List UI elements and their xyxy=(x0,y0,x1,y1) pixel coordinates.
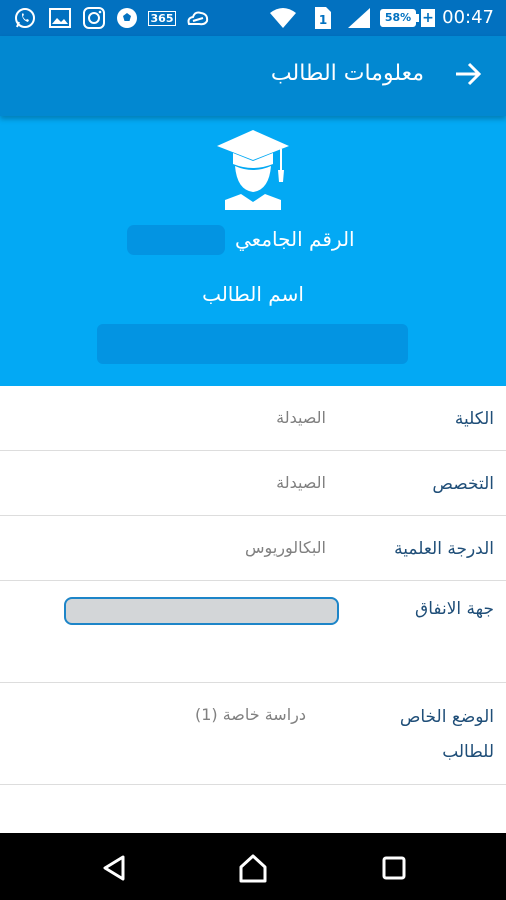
status-label-line2: للطالب xyxy=(442,742,494,762)
major-value: الصيدلة xyxy=(276,473,326,492)
status-value: دراسة خاصة (1) xyxy=(194,705,306,724)
info-row-major: التخصص الصيدلة xyxy=(0,451,506,516)
degree-value: البكالوريوس xyxy=(245,538,326,557)
battery-level: 58% xyxy=(384,11,412,24)
gallery-icon xyxy=(48,6,72,30)
student-id-row: الرقم الجامعي xyxy=(0,221,506,257)
home-icon xyxy=(239,854,267,883)
major-label: التخصص xyxy=(432,474,494,494)
nav-recents-button[interactable] xyxy=(377,851,411,885)
signal-icon xyxy=(346,6,372,30)
status-label-line1: الوضع الخاص xyxy=(399,707,494,727)
info-row-college: الكلية الصيدلة xyxy=(0,386,506,451)
info-list: الكلية الصيدلة التخصص الصيدلة الدرجة الع… xyxy=(0,386,506,785)
wifi-icon xyxy=(268,6,298,30)
back-button[interactable] xyxy=(452,58,484,90)
degree-label: الدرجة العلمية xyxy=(394,539,494,559)
graduate-icon xyxy=(217,130,289,210)
college-value: الصيدلة xyxy=(276,408,326,427)
recents-icon xyxy=(382,856,406,880)
student-id-redacted xyxy=(127,225,225,255)
student-name-redacted xyxy=(97,324,408,364)
status-time: 00:47 xyxy=(442,7,494,28)
arrow-right-icon xyxy=(456,62,482,86)
soccer-icon xyxy=(114,6,140,30)
info-row-funding: جهة الانفاق xyxy=(0,581,506,683)
cloud-app-icon xyxy=(184,6,212,30)
back-triangle-icon xyxy=(103,855,125,881)
nav-back-button[interactable] xyxy=(97,851,131,885)
app-bar: معلومات الطالب xyxy=(0,36,506,116)
instagram-icon xyxy=(82,6,106,30)
funding-label: جهة الانفاق xyxy=(415,599,494,619)
status-bar: 365 1 58% + 00:47 xyxy=(0,0,506,36)
student-id-label: الرقم الجامعي xyxy=(235,227,355,251)
student-name-label: اسم الطالب xyxy=(202,282,304,306)
nav-home-button[interactable] xyxy=(236,851,270,885)
info-row-degree: الدرجة العلمية البكالوريوس xyxy=(0,516,506,581)
charging-plus-icon: + xyxy=(421,9,435,27)
page-title: معلومات الطالب xyxy=(270,61,424,86)
navigation-bar xyxy=(0,833,506,900)
app-365-label: 365 xyxy=(147,10,177,26)
info-row-status: الوضع الخاص للطالب دراسة خاصة (1) xyxy=(0,683,506,785)
whatsapp-icon xyxy=(12,6,38,30)
student-header: الرقم الجامعي اسم الطالب xyxy=(0,116,506,386)
battery-icon: 58% xyxy=(380,9,416,27)
battery-tip xyxy=(416,14,419,22)
sim-1-icon: 1 xyxy=(312,6,334,30)
svg-text:1: 1 xyxy=(319,13,327,27)
funding-redacted xyxy=(64,597,339,625)
college-label: الكلية xyxy=(454,409,494,429)
app-365-icon: 365 xyxy=(147,6,177,30)
